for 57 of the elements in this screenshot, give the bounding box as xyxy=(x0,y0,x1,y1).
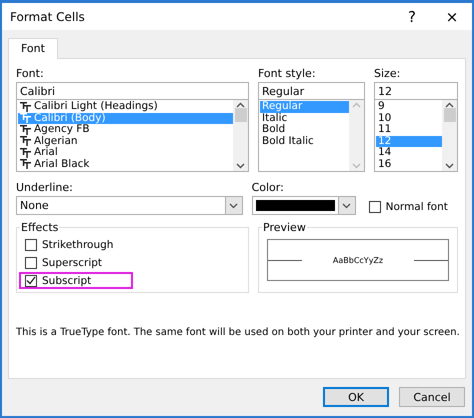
truetype-icon xyxy=(20,159,31,170)
truetype-icon xyxy=(20,113,31,124)
window-title: Format Cells xyxy=(10,10,86,24)
field-label: Font: xyxy=(16,67,45,81)
scroll-thumb[interactable] xyxy=(234,108,246,122)
info-text: This is a TrueType font. The same font will be used on both your printer and your screen. xyxy=(16,327,458,338)
text-field[interactable]: Regular xyxy=(258,82,365,100)
scrollbar[interactable] xyxy=(442,100,457,171)
checkbox[interactable] xyxy=(25,238,37,250)
text-field[interactable]: 12 xyxy=(374,82,458,100)
list-item[interactable]: 11 xyxy=(376,124,442,136)
group-title: Effects xyxy=(20,221,60,234)
scroll-up-icon[interactable] xyxy=(236,102,245,108)
field-label: Font style: xyxy=(258,67,317,81)
scroll-thumb[interactable] xyxy=(444,108,456,122)
list-item[interactable]: Bold xyxy=(260,124,349,136)
scroll-down-icon[interactable] xyxy=(236,163,245,169)
tab[interactable]: Font xyxy=(8,38,58,59)
checkbox-label: Superscript xyxy=(42,256,102,268)
underline-dropdown[interactable]: None xyxy=(16,196,243,215)
normal-font-checkbox[interactable]: Normal font xyxy=(364,198,458,215)
list-item[interactable]: 14 xyxy=(376,147,442,158)
list-item[interactable]: 9 xyxy=(376,101,442,112)
checkbox[interactable] xyxy=(25,256,37,268)
checkbox-label: Normal font xyxy=(386,200,448,212)
list-item[interactable]: 10 xyxy=(376,112,442,124)
scrollbar[interactable] xyxy=(233,100,248,171)
checkbox[interactable] xyxy=(368,200,381,212)
list-item[interactable]: 16 xyxy=(376,158,442,170)
checkbox[interactable] xyxy=(25,274,37,286)
list-item[interactable]: Algerian xyxy=(18,136,233,147)
text-field[interactable]: Calibri xyxy=(16,82,249,100)
dialog-button[interactable]: Cancel xyxy=(399,387,465,407)
truetype-icon xyxy=(20,124,31,135)
scroll-down-icon[interactable] xyxy=(445,163,454,169)
help-button[interactable]: ? xyxy=(392,3,432,30)
scroll-up-icon[interactable] xyxy=(445,102,454,108)
checkbox-label: Subscript xyxy=(42,274,92,286)
list-item[interactable]: Italic xyxy=(260,112,349,124)
checkmark-icon xyxy=(26,276,36,285)
field-label: Underline: xyxy=(16,181,74,195)
dialog-button[interactable]: OK xyxy=(323,387,389,407)
list-item[interactable]: Arial xyxy=(18,147,233,158)
close-button[interactable]: × xyxy=(432,3,472,30)
color-dropdown[interactable] xyxy=(252,196,356,215)
truetype-icon xyxy=(20,148,31,158)
list-item[interactable]: Bold Italic xyxy=(260,136,349,147)
truetype-icon xyxy=(20,102,31,112)
checkbox-label: Strikethrough xyxy=(42,238,114,250)
truetype-icon xyxy=(20,136,31,146)
field-label: Color: xyxy=(252,181,285,195)
field-label: Size: xyxy=(374,67,402,81)
preview-sample: AaBbCcYyZz xyxy=(332,256,384,264)
group-title: Preview xyxy=(262,221,307,234)
list-item[interactable]: Agency FB xyxy=(18,124,233,136)
list-item[interactable]: Arial Black xyxy=(18,158,233,170)
list-item[interactable]: Calibri Light (Headings) xyxy=(18,101,233,112)
